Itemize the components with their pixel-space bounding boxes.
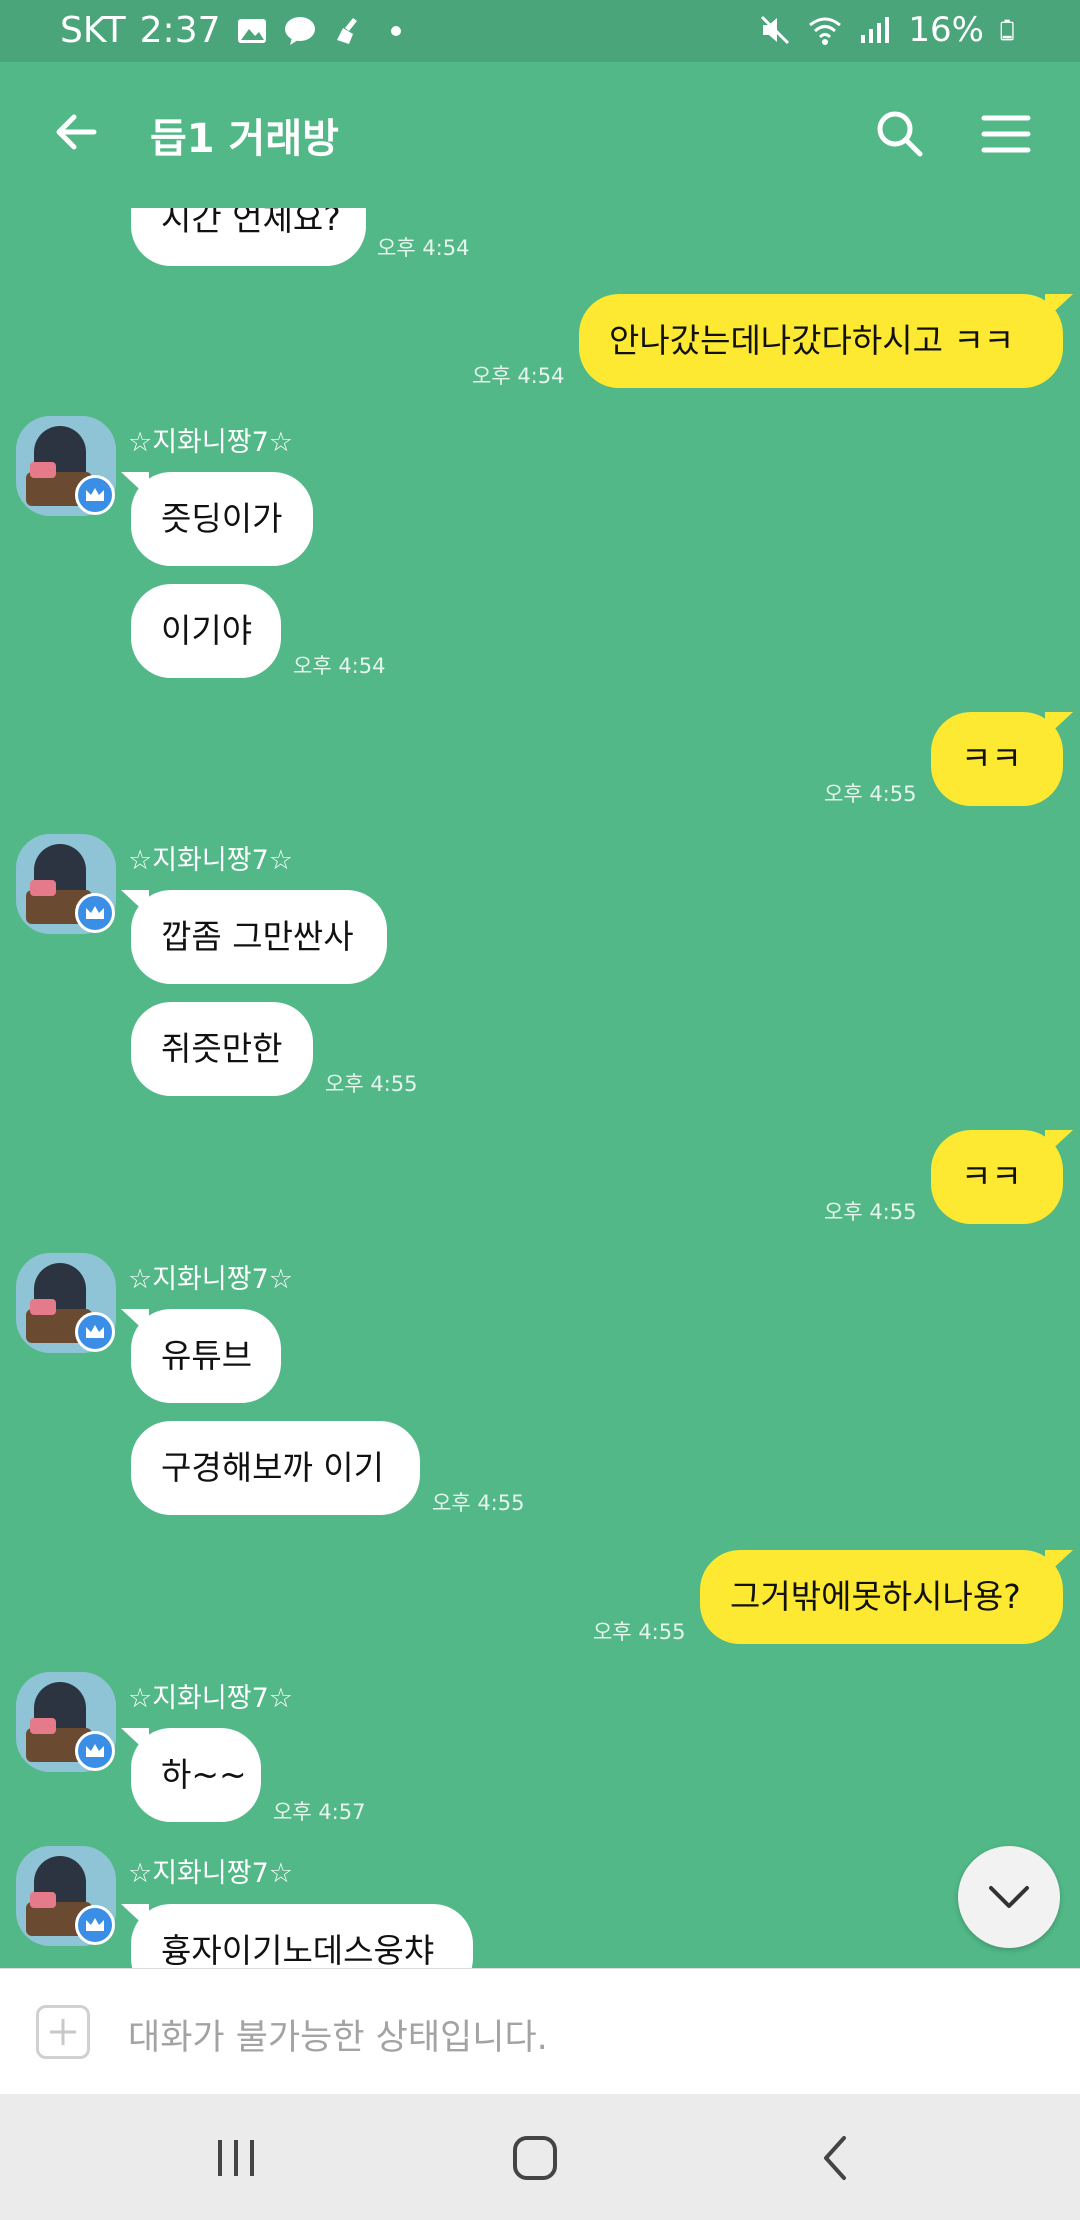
battery-icon [1000,19,1014,41]
crown-badge-icon [75,1905,115,1945]
message-bubble[interactable]: 이기야 [131,584,281,678]
plus-icon [50,2019,76,2045]
message-input-bar: 대화가 불가능한 상태입니다. [0,1968,1080,2094]
cleaner-icon [336,17,357,44]
message-bubble[interactable]: 유튜브 [131,1309,281,1403]
message-text: 시간 언제요? [161,208,341,238]
my-message-bubble[interactable]: ㅋㅋ [931,712,1063,806]
gallery-icon [237,18,266,43]
message-bubble[interactable]: 쥐즛만한 [131,1002,313,1096]
mute-icon [761,15,790,45]
chat-room-title: 듭1 거래방 [150,116,339,162]
message-text: 이기야 [161,611,253,650]
message-time: 오후 4:54 [472,364,565,388]
message-text: 하~~ [161,1755,247,1794]
message-text: 즛딩이가 [161,499,283,538]
message-text: 유튜브 [161,1336,253,1375]
message-text: ㅋㅋ [961,739,1022,778]
message-input[interactable]: 대화가 불가능한 상태입니다. [128,2009,548,2060]
chat-message-list[interactable]: 시간 언제요? 오후 4:54 안나갔는데나갔다하시고 ㅋㅋ 오후 4:54 ☆… [0,208,1080,1968]
message-bubble[interactable]: 구경해보까 이기 [131,1421,420,1515]
chevron-down-icon [989,1886,1029,1908]
menu-icon[interactable] [978,106,1034,162]
search-icon[interactable] [872,106,928,162]
my-message-bubble[interactable]: 안나갔는데나갔다하시고 ㅋㅋ [579,294,1063,388]
message-time: 오후 4:57 [273,1800,366,1824]
dot-icon [390,25,401,36]
wifi-icon [809,17,842,45]
message-time: 오후 4:55 [824,782,917,806]
message-text: 구경해보까 이기 [161,1448,385,1487]
message-time: 오후 4:55 [325,1072,418,1096]
sender-name: ☆지화니짱7☆ [128,1858,293,1889]
message-text: 쥐즛만한 [161,1029,283,1068]
sender-name: ☆지화니짱7☆ [128,1683,293,1714]
message-bubble[interactable]: 즛딩이가 [131,472,313,566]
chat-header: 듭1 거래방 [0,62,1080,208]
home-icon[interactable] [505,2128,565,2188]
message-time: 오후 4:55 [824,1200,917,1224]
clock: 2:37 [139,10,221,51]
message-bubble[interactable]: 흉자이기노데스웅챠 [131,1904,473,1968]
message-time: 오후 4:55 [432,1491,525,1515]
back-arrow-icon[interactable] [48,104,104,160]
carrier-label: SKT [60,10,126,51]
sender-name: ☆지화니짱7☆ [128,427,293,458]
message-bubble[interactable]: 시간 언제요? [131,208,366,266]
message-text: 흉자이기노데스웅챠 [161,1931,435,1968]
sender-name: ☆지화니짱7☆ [128,845,293,876]
message-time: 오후 4:55 [593,1620,686,1644]
message-text: ㅋㅋ [961,1157,1022,1196]
message-time: 오후 4:54 [293,654,386,678]
back-icon[interactable] [808,2128,868,2188]
battery-percent: 16% [908,10,984,50]
scroll-to-bottom-button[interactable] [958,1846,1060,1948]
crown-badge-icon [75,893,115,933]
message-bubble[interactable]: 하~~ [131,1728,261,1822]
status-bar: SKT 2:37 16% [0,0,1080,62]
message-bubble[interactable]: 깝좀 그만싼사 [131,890,387,984]
my-message-bubble[interactable]: 그거밖에못하시나용? [700,1550,1063,1644]
signal-icon [861,17,890,43]
recent-apps-icon[interactable] [206,2128,266,2188]
attach-button[interactable] [36,2005,90,2059]
message-time: 오후 4:54 [377,236,470,260]
message-text: 그거밖에못하시나용? [730,1577,1021,1616]
crown-badge-icon [75,1731,115,1771]
message-text: 깝좀 그만싼사 [161,917,354,956]
crown-badge-icon [75,1312,115,1352]
system-navigation-bar [0,2094,1080,2220]
my-message-bubble[interactable]: ㅋㅋ [931,1130,1063,1224]
kakaotalk-icon [284,16,315,45]
message-text: 안나갔는데나갔다하시고 ㅋㅋ [609,321,1015,360]
crown-badge-icon [75,475,115,515]
sender-name: ☆지화니짱7☆ [128,1264,293,1295]
